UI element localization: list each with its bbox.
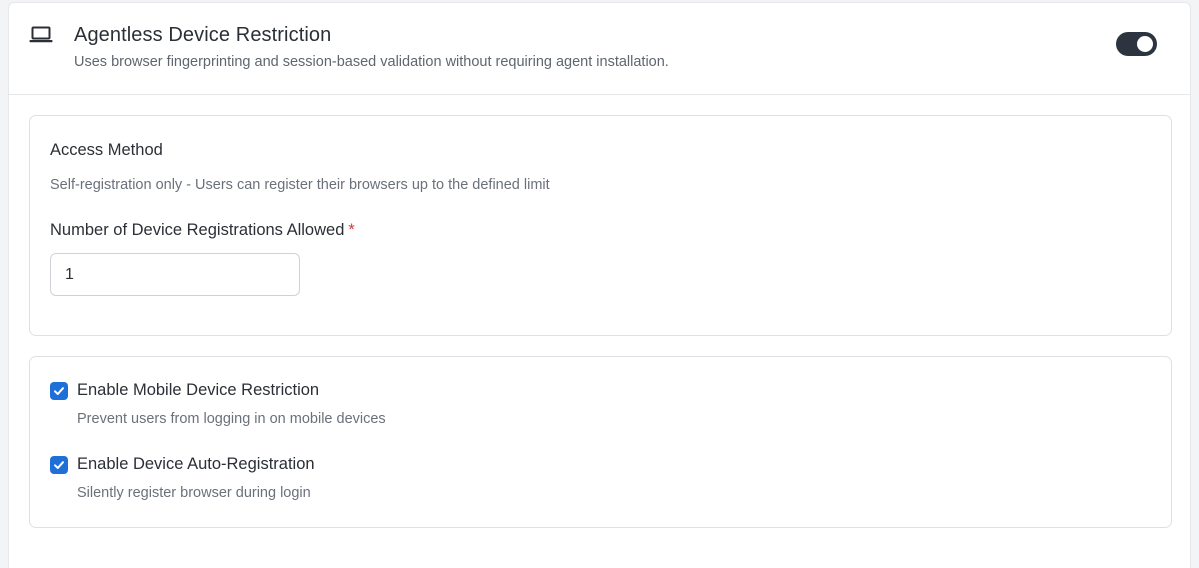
registrations-label-text: Number of Device Registrations Allowed [50, 221, 345, 239]
mobile-restriction-label[interactable]: Enable Mobile Device Restriction [77, 381, 319, 400]
card-header: Agentless Device Restriction Uses browse… [9, 3, 1190, 95]
mobile-restriction-checkbox[interactable] [50, 382, 68, 400]
page-description: Uses browser fingerprinting and session-… [74, 54, 669, 70]
feature-toggle[interactable] [1116, 32, 1157, 56]
device-restriction-card: Agentless Device Restriction Uses browse… [8, 2, 1191, 568]
auto-registration-checkbox[interactable] [50, 456, 68, 474]
toggle-knob [1137, 36, 1153, 52]
page-title: Agentless Device Restriction [74, 24, 332, 46]
auto-registration-label[interactable]: Enable Device Auto-Registration [77, 455, 315, 474]
required-marker: * [348, 221, 355, 239]
laptop-icon [29, 25, 53, 45]
registrations-label: Number of Device Registrations Allowed * [50, 221, 355, 240]
mobile-restriction-description: Prevent users from logging in on mobile … [77, 411, 386, 427]
registrations-input[interactable] [50, 253, 300, 296]
access-method-title: Access Method [50, 141, 163, 159]
access-method-panel: Access Method Self-registration only - U… [29, 115, 1172, 336]
check-icon [54, 387, 64, 395]
options-panel: Enable Mobile Device Restriction Prevent… [29, 356, 1172, 528]
access-method-description: Self-registration only - Users can regis… [50, 177, 550, 193]
check-icon [54, 461, 64, 469]
auto-registration-description: Silently register browser during login [77, 485, 311, 501]
